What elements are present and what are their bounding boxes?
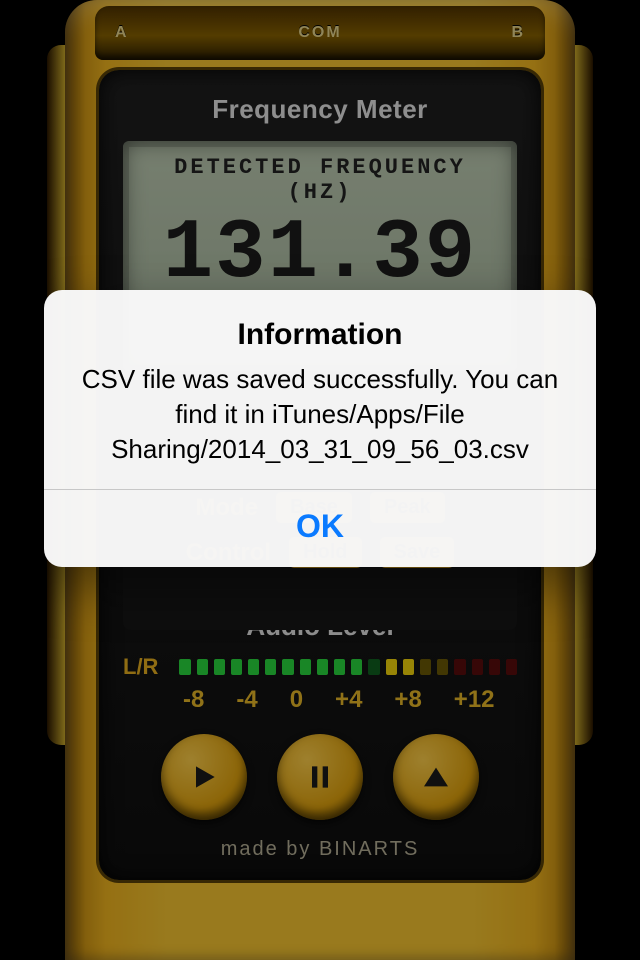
alert-ok-button[interactable]: OK	[68, 490, 572, 567]
alert-message: CSV file was saved successfully. You can…	[68, 362, 572, 467]
alert-title: Information	[68, 318, 572, 352]
alert-dialog: Information CSV file was saved successfu…	[44, 290, 596, 567]
